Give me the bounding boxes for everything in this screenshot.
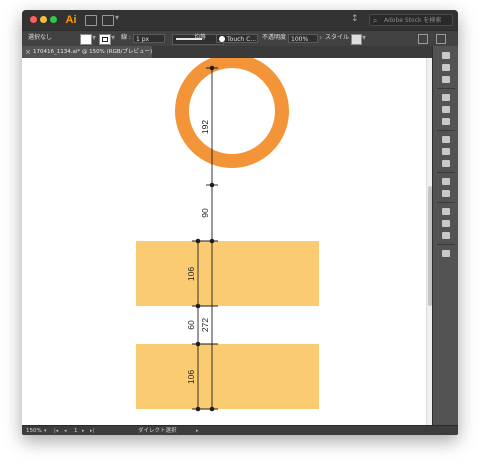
- title-bar: Ai ▾ ↕ ⌕ Adobe Stock を検索: [22, 10, 458, 30]
- gradient-icon[interactable]: [442, 148, 450, 155]
- style-label: スタイル :: [325, 34, 353, 41]
- app-logo: Ai: [65, 14, 77, 26]
- swatches-icon[interactable]: [442, 94, 450, 101]
- stroke-label: 線 :: [121, 34, 131, 41]
- panel-menu-icon[interactable]: [436, 34, 446, 44]
- label-circle-diameter: 192: [200, 120, 210, 134]
- graphic-style-swatch[interactable]: [351, 34, 362, 45]
- minimize-window-button[interactable]: [40, 16, 47, 23]
- brush-dot-icon: [219, 36, 225, 42]
- rectangle-bottom[interactable]: [136, 344, 319, 409]
- close-window-button[interactable]: [30, 16, 37, 23]
- chevron-down-icon[interactable]: ▾: [111, 33, 115, 42]
- artboard-canvas[interactable]: 192 90 106 60 272 106: [22, 58, 432, 425]
- chevron-down-icon[interactable]: ▾: [44, 426, 47, 435]
- label-rect-bottom-height: 106: [186, 370, 196, 384]
- workspace-switcher[interactable]: ↕: [351, 14, 359, 24]
- properties-icon[interactable]: [442, 64, 450, 71]
- last-artboard-icon[interactable]: ▸|: [90, 426, 94, 435]
- opacity-label[interactable]: 不透明度: [262, 33, 286, 43]
- label-gap-circle-rect: 90: [200, 208, 210, 218]
- panel-dock: [432, 46, 458, 425]
- appearance-icon[interactable]: [442, 178, 450, 185]
- illustrator-window: Ai ▾ ↕ ⌕ Adobe Stock を検索 選択なし ▾ ▾ 線 : 1 …: [22, 10, 458, 435]
- search-placeholder: Adobe Stock を検索: [384, 17, 442, 24]
- transparency-icon[interactable]: [442, 160, 450, 167]
- chevron-down-icon[interactable]: ▾: [362, 33, 366, 42]
- stroke-weight-field[interactable]: 1 px: [133, 34, 165, 43]
- selection-status: 選択なし: [28, 34, 53, 41]
- stroke-profile-label: 均等: [194, 34, 207, 41]
- chevron-down-icon[interactable]: ▾: [115, 13, 119, 22]
- stroke-weight-value: 1 px: [136, 36, 150, 43]
- graphic-styles-icon[interactable]: [442, 190, 450, 197]
- status-bar: 150% ▾ |◂ ◂ 1 ▸ ▸| ダイレクト選択 ▸: [22, 425, 458, 435]
- document-tab-title: 170416_1134.ai* @ 150% (RGB/プレビュー): [33, 49, 153, 55]
- brush-name: Touch C...: [227, 36, 257, 43]
- fill-color-swatch[interactable]: [80, 34, 92, 45]
- search-icon: ⌕: [373, 16, 378, 25]
- symbols-icon[interactable]: [442, 118, 450, 125]
- zoom-level[interactable]: 150%: [26, 426, 42, 435]
- rectangle-top[interactable]: [136, 241, 319, 306]
- stroke-panel-icon[interactable]: [442, 136, 450, 143]
- previous-artboard-icon[interactable]: ◂: [64, 426, 67, 435]
- close-icon[interactable]: ×: [25, 47, 31, 57]
- links-icon[interactable]: [442, 250, 450, 257]
- ring-shape[interactable]: [175, 58, 289, 168]
- label-total-span: 272: [200, 318, 210, 332]
- artboard-number[interactable]: 1: [74, 426, 78, 435]
- zoom-window-button[interactable]: [50, 16, 57, 23]
- first-artboard-icon[interactable]: |◂: [54, 426, 58, 435]
- label-gap-between-rects: 60: [186, 320, 196, 330]
- stock-search-input[interactable]: ⌕ Adobe Stock を検索: [369, 14, 453, 26]
- stroke-color-swatch[interactable]: [99, 34, 111, 45]
- opacity-field[interactable]: 100%: [288, 34, 318, 43]
- document-tab-bar: × 170416_1134.ai* @ 150% (RGB/プレビュー): [22, 46, 458, 58]
- libraries-icon[interactable]: [442, 52, 450, 59]
- current-tool: ダイレクト選択: [138, 428, 177, 434]
- artwork: 192 90 106 60 272 106: [136, 58, 319, 412]
- label-rect-top-height: 106: [186, 267, 196, 281]
- arrange-documents-icon[interactable]: [102, 15, 114, 26]
- document-tab[interactable]: × 170416_1134.ai* @ 150% (RGB/プレビュー): [22, 46, 152, 58]
- artboards-icon[interactable]: [442, 232, 450, 239]
- opacity-value: 100%: [291, 36, 309, 43]
- bridge-icon[interactable]: [85, 15, 97, 26]
- status-menu-icon[interactable]: ▸: [196, 426, 199, 435]
- export-icon[interactable]: [442, 208, 450, 215]
- next-artboard-icon[interactable]: ▸: [82, 426, 85, 435]
- align-options-icon[interactable]: [418, 34, 428, 44]
- brushes-icon[interactable]: [442, 106, 450, 113]
- layers-icon[interactable]: [442, 220, 450, 227]
- color-guide-icon[interactable]: [442, 76, 450, 83]
- chevron-right-icon[interactable]: ›: [319, 33, 322, 42]
- chevron-down-icon[interactable]: ▾: [92, 33, 96, 42]
